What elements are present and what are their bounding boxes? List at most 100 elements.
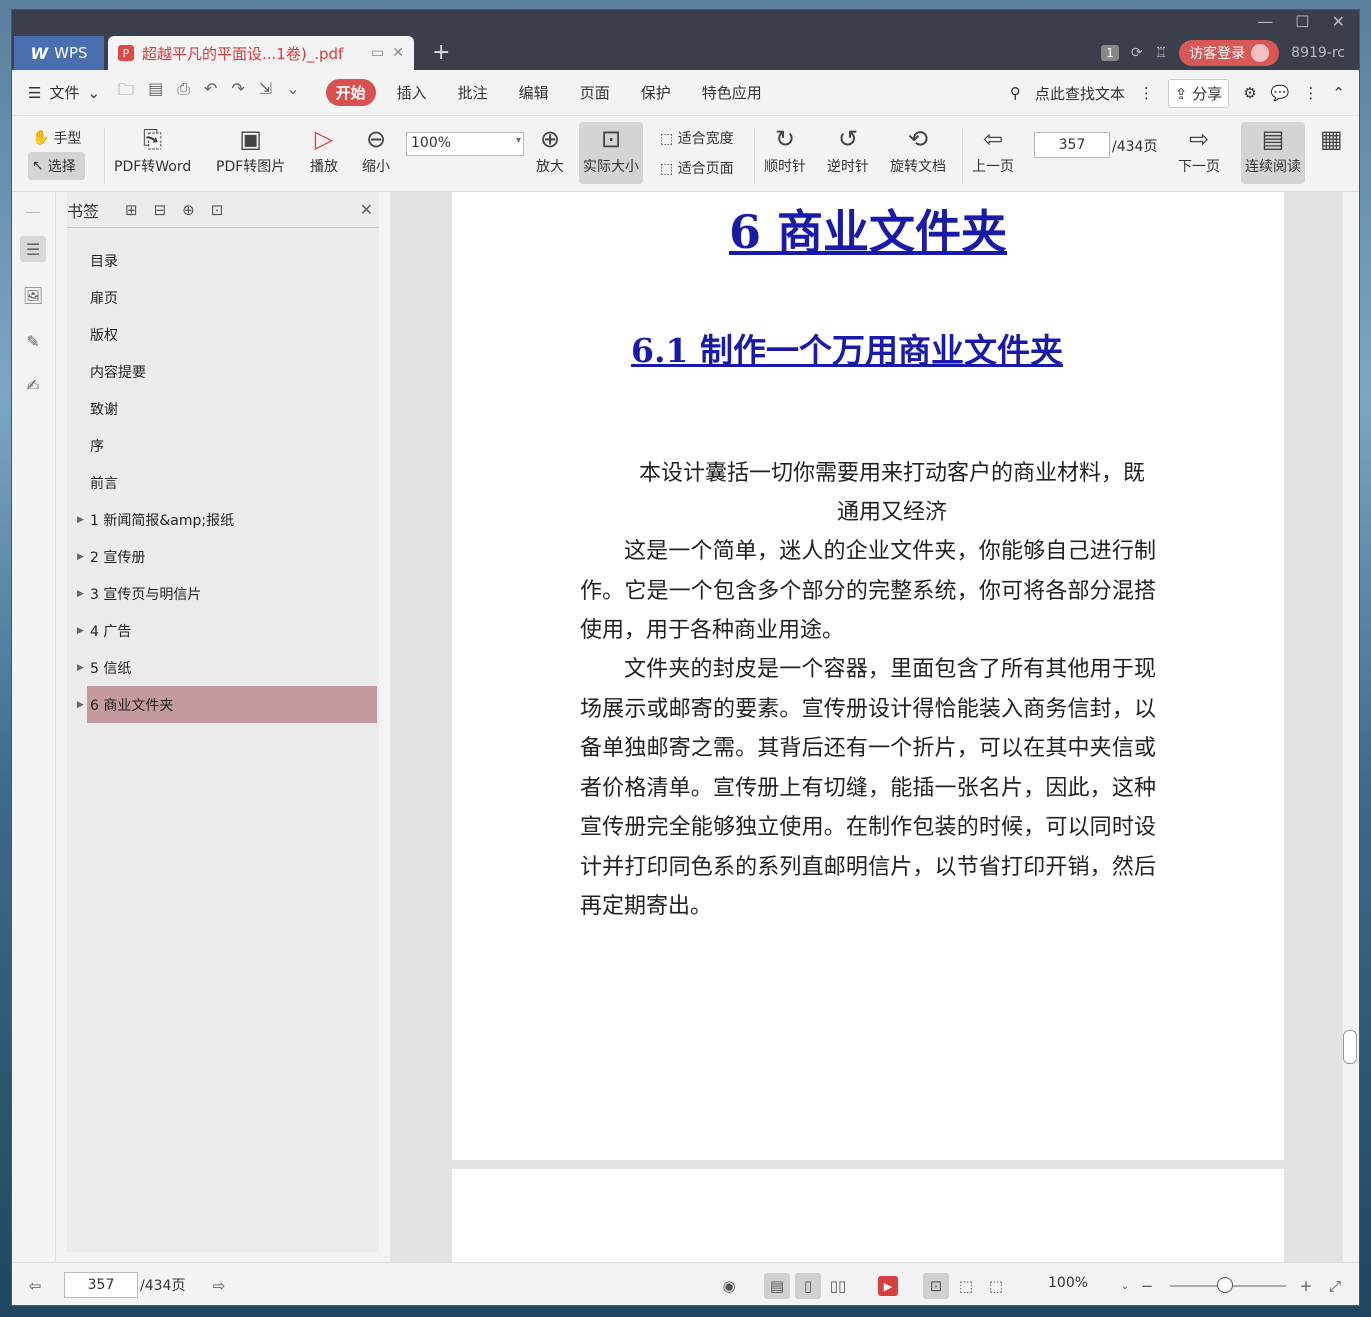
bookmark-item[interactable]: ▶ 3 宣传页与明信片 [67,575,379,612]
play-slideshow-icon[interactable]: ▶ [878,1276,898,1296]
search-icon[interactable]: ⚲ [1010,84,1021,102]
minimize-icon[interactable]: — [1257,12,1273,31]
select-tool-button[interactable]: ↖ 选择 [28,152,86,180]
two-page-icon[interactable]: ▯▯ [825,1273,851,1299]
zoom-in-button[interactable]: ⊕ 放大 [536,122,564,176]
expand-all-icon[interactable]: ⊞ [125,201,138,219]
menu-start[interactable]: 开始 [325,79,376,106]
hand-tool-button[interactable]: ✋ 手型 [28,124,85,152]
signature-panel-icon[interactable]: ✍ [20,372,46,398]
share-button[interactable]: ⇪ 分享 [1167,78,1230,108]
bookmark-item[interactable]: 致谢 [67,390,379,427]
bookmark-item[interactable]: 序 [67,427,379,464]
bookmark-item[interactable]: 内容提要 [67,353,379,390]
menu-special[interactable]: 特色应用 [692,79,772,106]
single-page-icon[interactable]: ▯ [795,1273,821,1299]
bookmark-panel-icon[interactable]: ☰ [20,236,46,262]
shirt-icon[interactable]: ♖ [1155,45,1168,61]
bookmark-options-icon[interactable]: ⊡ [211,201,224,219]
bookmark-item[interactable]: ▶ 2 宣传册 [67,538,379,575]
expand-arrow-icon[interactable]: ▶ [77,663,84,673]
zoom-select[interactable]: 100% [406,132,524,156]
view-mode-button[interactable]: ▦ [1320,122,1343,156]
pdf-to-word-button[interactable]: ⎘ PDF转Word [114,122,191,176]
actual-size-button[interactable]: ⊡ 实际大小 [579,122,643,184]
menu-edit[interactable]: 编辑 [509,79,559,106]
prev-page-button[interactable]: ⇦ 上一页 [972,122,1014,176]
thumbnail-panel-icon[interactable]: 🖼 [20,282,46,308]
continuous-read-button[interactable]: ▤ 连续阅读 [1241,122,1305,184]
bookmark-item-selected[interactable]: ▶ 6 商业文件夹 [77,686,377,723]
actual-size-icon[interactable]: ⊡ [923,1273,949,1299]
expand-arrow-icon[interactable]: ▶ [77,700,84,710]
undo-icon[interactable]: ↶ [204,79,217,106]
document-viewport[interactable]: 6 商业文件夹 6.1 制作一个万用商业文件夹 本设计囊括一切你需要用来打动客户… [390,192,1345,1262]
scrollbar-thumb[interactable] [1343,1030,1357,1064]
fit-page-button[interactable]: ⬚ 适合页面 [660,158,734,178]
expand-arrow-icon[interactable]: ▶ [77,589,84,599]
next-page-arrow-icon[interactable]: ⇨ [206,1273,232,1299]
more-dropdown-icon[interactable]: ⌄ [286,79,299,106]
bookmark-item[interactable]: 前言 [67,464,379,501]
menu-comment[interactable]: 批注 [448,79,498,106]
bookmark-item[interactable]: 目录 [67,242,379,279]
zoom-minus-icon[interactable]: − [1134,1273,1160,1299]
bookmark-item[interactable]: 版权 [67,316,379,353]
bookmark-item[interactable]: ▶ 1 新闻简报&amp;报纸 [67,501,379,538]
rotate-clockwise-button[interactable]: ↻ 顺时针 [764,122,806,176]
rotate-document-button[interactable]: ⟲ 旋转文档 [890,122,946,176]
close-window-icon[interactable]: ✕ [1332,12,1345,31]
file-menu[interactable]: ☰ 文件 ⌄ [28,82,100,103]
menu-protect[interactable]: 保护 [631,79,681,106]
add-bookmark-icon[interactable]: ⊕ [182,201,195,219]
bookmark-item[interactable]: 扉页 [67,279,379,316]
skin-icon[interactable]: ⟳ [1131,45,1143,61]
fit-page-icon[interactable]: ⬚ [953,1273,979,1299]
prev-page-arrow-icon[interactable]: ⇦ [22,1273,48,1299]
zoom-out-button[interactable]: ⊖ 缩小 [362,122,390,176]
zoom-plus-icon[interactable]: + [1293,1273,1319,1299]
pin-icon[interactable]: ▭ [371,45,384,61]
new-tab-icon[interactable]: + [432,40,450,65]
play-button[interactable]: ▷ 播放 [310,122,338,176]
chapter-heading[interactable]: 6 商业文件夹 [452,196,1284,262]
settings-gear-icon[interactable]: ⚙ [1243,84,1256,102]
maximize-icon[interactable]: ☐ [1295,12,1309,31]
section-heading[interactable]: 6.1 制作一个万用商业文件夹 [622,328,1072,374]
expand-arrow-icon[interactable]: ▶ [77,515,84,525]
zoom-slider-knob[interactable] [1217,1277,1233,1293]
save-icon[interactable]: ▤ [148,79,163,106]
more-vert-icon[interactable]: ⋮ [1139,84,1154,102]
window-count-badge[interactable]: 1 [1101,45,1119,61]
vertical-scrollbar[interactable] [1343,192,1357,1262]
menu-page[interactable]: 页面 [570,79,620,106]
rotate-counterclockwise-button[interactable]: ↺ 逆时针 [827,122,869,176]
chat-icon[interactable]: 💬 [1271,84,1290,102]
document-tab[interactable]: P 超越平凡的平面设...1卷)_.pdf ▭ ✕ [108,36,414,70]
single-page-scroll-icon[interactable]: ▤ [764,1273,790,1299]
bookmark-item[interactable]: ▶ 4 广告 [67,612,379,649]
close-panel-icon[interactable]: ✕ [360,200,373,219]
search-text-button[interactable]: 点此查找文本 [1035,83,1125,104]
expand-arrow-icon[interactable]: ▶ [77,552,84,562]
annotation-panel-icon[interactable]: ✎ [20,328,46,354]
eye-protection-icon[interactable]: ◉ [716,1273,742,1299]
open-folder-icon[interactable]: 🗀 [118,79,134,106]
collapse-ribbon-icon[interactable]: ⌃ [1332,84,1345,102]
status-page-input[interactable]: 357 [64,1272,138,1298]
menu-insert[interactable]: 插入 [387,79,437,106]
redo-icon[interactable]: ↷ [231,79,244,106]
export-icon[interactable]: ⇲ [259,79,272,106]
collapse-all-icon[interactable]: ⊟ [154,201,167,219]
close-tab-icon[interactable]: ✕ [392,45,404,61]
print-icon[interactable]: ⎙ [177,79,190,106]
fullscreen-icon[interactable]: ⤢ [1322,1273,1348,1299]
expand-arrow-icon[interactable]: ▶ [77,626,84,636]
next-page-button[interactable]: ⇨ 下一页 [1178,122,1220,176]
fit-width-button[interactable]: ⬚ 适合宽度 [660,128,734,148]
wps-home-tab[interactable]: W WPS [14,36,104,70]
fit-width-icon[interactable]: ⬚ [983,1273,1009,1299]
more-options-icon[interactable]: ⋮ [1303,84,1318,102]
status-zoom-value[interactable]: 100% [1048,1275,1088,1291]
login-button[interactable]: 访客登录 [1179,40,1280,66]
